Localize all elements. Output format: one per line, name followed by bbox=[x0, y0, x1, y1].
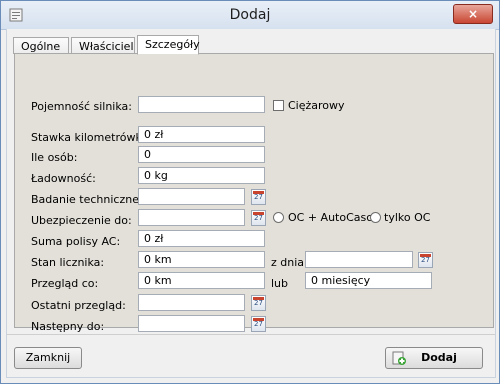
km-rate-input[interactable]: 0 zł bbox=[138, 126, 265, 143]
load-capacity-input[interactable]: 0 kg bbox=[138, 167, 265, 184]
engine-capacity-label: Pojemność silnika: bbox=[31, 100, 132, 113]
truck-checkbox[interactable] bbox=[273, 100, 284, 111]
add-button[interactable]: Dodaj bbox=[385, 347, 483, 369]
details-panel: Pojemność silnika: Ciężarowy Stawka kilo… bbox=[14, 53, 494, 333]
odometer-input[interactable]: 0 km bbox=[138, 251, 265, 268]
load-capacity-label: Ładowność: bbox=[31, 172, 96, 185]
next-service-label: Następny do: bbox=[31, 320, 105, 333]
ac-sum-input[interactable]: 0 zł bbox=[138, 230, 265, 247]
dialog-window: Dodaj × Ogólne Właściciel Szczegóły Poje… bbox=[0, 0, 500, 384]
technical-inspection-input[interactable] bbox=[138, 188, 245, 205]
calendar-icon[interactable]: 27 bbox=[251, 316, 266, 332]
calendar-icon[interactable]: 27 bbox=[251, 189, 266, 205]
bottom-separator bbox=[7, 334, 495, 335]
persons-input[interactable]: 0 bbox=[138, 146, 265, 163]
odometer-date-input[interactable] bbox=[305, 251, 413, 268]
close-window-button[interactable]: × bbox=[453, 4, 493, 24]
last-service-input[interactable] bbox=[138, 294, 245, 311]
insurance-label: Ubezpieczenie do: bbox=[31, 214, 132, 227]
add-icon bbox=[392, 351, 406, 365]
last-service-label: Ostatni przegląd: bbox=[31, 299, 126, 312]
oc-autocasco-label: OC + AutoCasco bbox=[288, 211, 380, 224]
km-rate-label: Stawka kilometrówki: bbox=[31, 131, 149, 144]
client-area: Ogólne Właściciel Szczegóły Pojemność si… bbox=[6, 29, 496, 378]
insurance-input[interactable] bbox=[138, 209, 245, 226]
oc-autocasco-radio[interactable] bbox=[273, 212, 284, 223]
title-bar: Dodaj × bbox=[1, 1, 499, 30]
or-label: lub bbox=[271, 277, 289, 290]
tab-owner[interactable]: Właściciel bbox=[71, 37, 135, 54]
truck-label: Ciężarowy bbox=[288, 99, 345, 112]
close-button[interactable]: Zamknij bbox=[14, 347, 82, 369]
tab-general[interactable]: Ogólne bbox=[13, 37, 69, 54]
next-service-input[interactable] bbox=[138, 315, 245, 332]
window-title: Dodaj bbox=[229, 7, 271, 23]
service-every-months-input[interactable]: 0 miesięcy bbox=[305, 272, 432, 289]
oc-only-label: tylko OC bbox=[384, 211, 431, 224]
ac-sum-label: Suma polisy AC: bbox=[31, 235, 121, 248]
service-every-label: Przegląd co: bbox=[31, 277, 99, 290]
odometer-date-label: z dnia: bbox=[271, 256, 308, 269]
persons-label: Ile osób: bbox=[31, 151, 78, 164]
calendar-icon[interactable]: 27 bbox=[418, 252, 433, 268]
calendar-icon[interactable]: 27 bbox=[251, 295, 266, 311]
odometer-label: Stan licznika: bbox=[31, 256, 105, 269]
add-button-label: Dodaj bbox=[421, 351, 457, 364]
engine-capacity-input[interactable] bbox=[138, 96, 265, 113]
calendar-icon[interactable]: 27 bbox=[251, 210, 266, 226]
tab-details[interactable]: Szczegóły bbox=[137, 35, 200, 55]
service-every-km-input[interactable]: 0 km bbox=[138, 272, 265, 289]
oc-only-radio[interactable] bbox=[370, 212, 381, 223]
